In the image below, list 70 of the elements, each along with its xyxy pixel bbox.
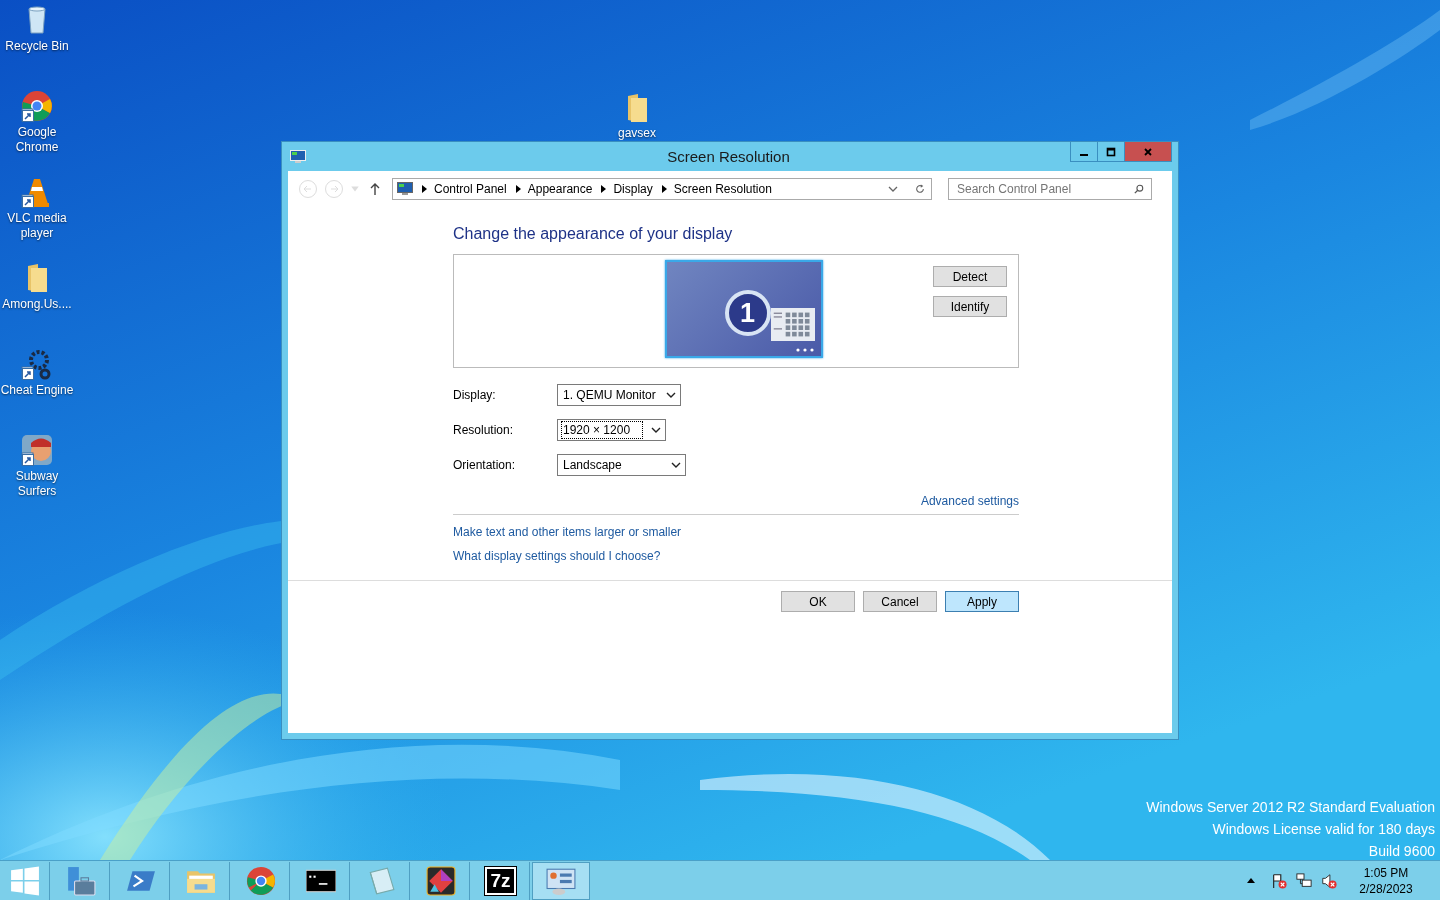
desktop-icon-label[interactable]: Subway Surfers: [0, 469, 74, 499]
taskbar-button[interactable]: 7z: [472, 861, 530, 900]
field-label: Orientation:: [453, 458, 517, 472]
speaker-error-icon[interactable]: [1321, 872, 1337, 889]
chevron-down-icon: [671, 461, 681, 469]
dropdown[interactable]: Landscape: [557, 454, 686, 476]
desktop-icon-label[interactable]: VLC media player: [0, 211, 74, 241]
clock-time: 1:05 PM: [1363, 864, 1409, 881]
dropdown-value: 1. QEMU Monitor: [562, 387, 657, 404]
chrome-icon: [245, 865, 276, 896]
breadcrumb-item[interactable]: Display: [613, 182, 653, 196]
clock[interactable]: 1:05 PM 2/28/2023: [1346, 864, 1426, 897]
minimize-icon: [1080, 153, 1088, 156]
server-toolbox-icon: [65, 865, 96, 896]
edition-text: Windows License valid for 180 days: [1212, 820, 1435, 839]
clock-date: 2/28/2023: [1359, 880, 1413, 897]
diamond-app-icon: [425, 865, 456, 896]
page-heading: Change the appearance of your display: [453, 225, 734, 243]
desktop-icon-label[interactable]: Cheat Engine: [0, 383, 74, 398]
maximize-icon: [1106, 146, 1116, 157]
close-icon: [1143, 146, 1153, 157]
network-icon[interactable]: [1296, 872, 1312, 889]
monitor-icon: [397, 182, 413, 196]
dialog-button[interactable]: Cancel: [863, 591, 937, 612]
chevron-right-icon[interactable]: [515, 185, 521, 193]
desktop-icon-label[interactable]: Recycle Bin: [5, 39, 69, 54]
panel-button[interactable]: Identify: [933, 296, 1007, 317]
monitor-icon: [290, 149, 306, 164]
panel-button[interactable]: Detect: [933, 266, 1007, 287]
edition-text: Windows Server 2012 R2 Standard Evaluation: [1146, 798, 1435, 817]
field-label: Resolution:: [453, 423, 515, 437]
desktop-icon-label[interactable]: Google Chrome: [0, 125, 74, 155]
refresh-icon[interactable]: [915, 184, 925, 194]
help-link[interactable]: Make text and other items larger or smaller: [453, 525, 682, 539]
monitor-drawing[interactable]: 1: [664, 260, 823, 358]
dropdown[interactable]: 1. QEMU Monitor: [557, 384, 681, 406]
breadcrumb-item[interactable]: Screen Resolution: [673, 182, 772, 196]
dialog-button[interactable]: Apply: [945, 591, 1019, 612]
window-title: Screen Resolution: [666, 148, 791, 165]
desktop-icon-label[interactable]: Among.Us....: [2, 297, 72, 312]
search-field[interactable]: Search Control Panel: [948, 178, 1152, 200]
flag-error-icon[interactable]: [1271, 872, 1287, 889]
chevron-right-icon[interactable]: [601, 185, 607, 193]
windows-logo-icon: [9, 865, 40, 896]
chevron-down-icon: [651, 426, 662, 434]
dots-icon: [794, 348, 815, 352]
chevron-down-icon[interactable]: [888, 184, 898, 194]
chevron-right-icon[interactable]: [661, 185, 667, 193]
minimize-button[interactable]: [1070, 142, 1098, 162]
dropdown-value: 1920 × 1200: [561, 421, 644, 439]
caret-up-icon[interactable]: [1247, 878, 1255, 883]
dialog-button[interactable]: OK: [781, 591, 855, 612]
address-bar[interactable]: Control Panel Appearance Display Screen Resolution: [392, 178, 932, 200]
dropdown[interactable]: 1920 × 1200: [557, 419, 667, 441]
up-arrow-icon[interactable]: [370, 183, 380, 195]
monitor-number: 1: [724, 290, 771, 336]
close-button[interactable]: [1124, 142, 1172, 162]
advanced-settings-link[interactable]: Advanced settings: [920, 494, 1019, 508]
field-label: Display:: [453, 388, 497, 402]
help-link[interactable]: What display settings should I choose?: [453, 549, 661, 563]
dropdown-value: Landscape: [562, 457, 623, 474]
window-grid-icon: [769, 308, 816, 341]
chevron-right-icon[interactable]: [422, 185, 427, 193]
archive-logo: 7z: [485, 866, 516, 895]
breadcrumb-item[interactable]: Control Panel: [434, 182, 507, 196]
chevron-down-icon: [665, 391, 676, 399]
edition-text: Build 9600: [1368, 842, 1435, 861]
breadcrumb-item[interactable]: Appearance: [527, 182, 593, 196]
search-icon[interactable]: [1134, 184, 1144, 194]
desktop-icon-label[interactable]: gavsex: [618, 126, 656, 140]
